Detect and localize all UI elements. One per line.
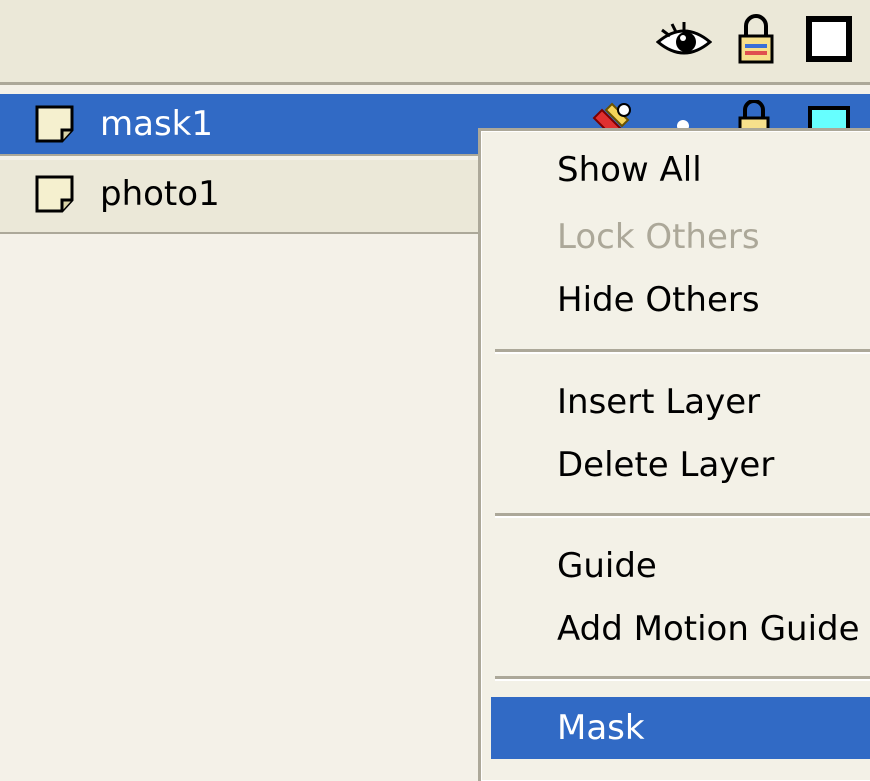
menu-item-insert-layer[interactable]: Insert Layer <box>491 371 870 433</box>
menu-item-lock-others: Lock Others <box>557 217 760 257</box>
outline-icon[interactable] <box>806 16 852 66</box>
timeline-header <box>0 0 870 85</box>
menu-item-delete-layer[interactable]: Delete Layer <box>491 434 870 496</box>
menu-separator <box>495 513 870 518</box>
menu-separator <box>495 349 870 354</box>
layer-name: mask1 <box>100 104 213 144</box>
menu-item-hide-others[interactable]: Hide Others <box>491 269 870 331</box>
menu-item-mask[interactable]: Mask <box>491 697 870 759</box>
menu-item-add-motion-guide[interactable]: Add Motion Guide <box>491 598 870 660</box>
menu-item-guide[interactable]: Guide <box>491 535 870 597</box>
layer-icon <box>34 104 78 148</box>
menu-separator <box>495 676 870 681</box>
layer-icon <box>34 174 78 218</box>
eye-icon[interactable] <box>655 22 713 66</box>
context-menu: Show All Lock Others Hide Others Insert … <box>478 128 870 781</box>
layer-name: photo1 <box>100 174 220 214</box>
menu-item-show-all[interactable]: Show All <box>491 139 870 201</box>
lock-icon[interactable] <box>737 14 775 68</box>
